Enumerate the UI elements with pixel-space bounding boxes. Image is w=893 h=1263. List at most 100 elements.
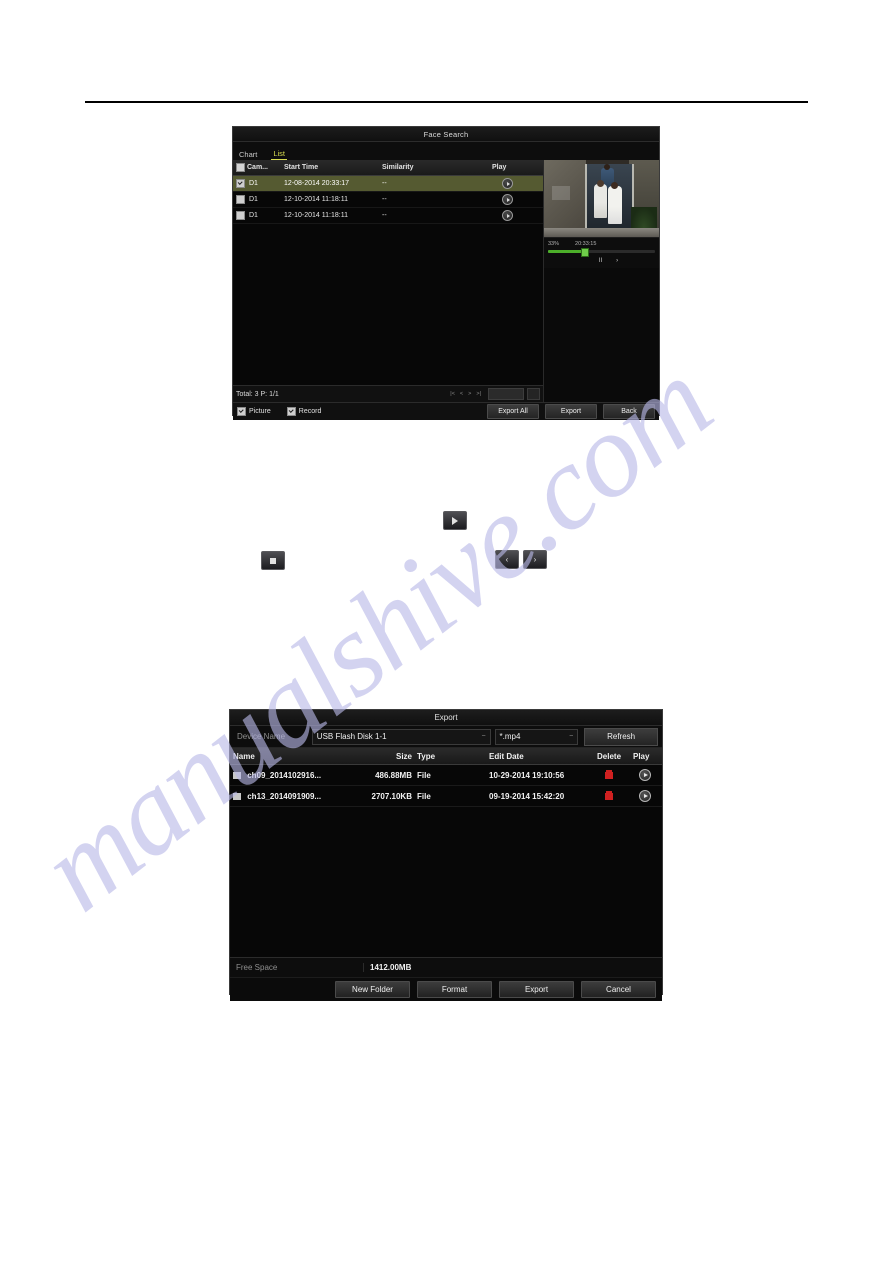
free-space-value: 1412.00MB [370, 963, 412, 972]
row-play-cell[interactable] [489, 210, 541, 221]
export-dialog: Export Device Name USB Flash Disk 1-1 − … [229, 709, 663, 1001]
play-icon-button[interactable] [443, 511, 467, 530]
trash-icon[interactable] [605, 769, 613, 779]
trash-icon[interactable] [605, 790, 613, 800]
preview-controls: 33% 20:33:15 II › [544, 237, 659, 268]
row-play-cell[interactable] [489, 178, 541, 189]
export-titlebar: Export [230, 710, 662, 726]
pager-page-input[interactable] [488, 388, 524, 400]
preview-pause-button[interactable]: II [599, 258, 602, 264]
pager-prev-button[interactable]: < [459, 391, 464, 397]
next-icon-button[interactable]: › [523, 550, 547, 569]
row-camera-label: D1 [249, 212, 258, 219]
preview-progress-percent: 33% [548, 241, 560, 247]
face-search-titlebar: Face Search [233, 127, 659, 142]
row-similarity: -- [382, 196, 387, 203]
file-play-cell[interactable] [630, 769, 662, 781]
export-all-button[interactable]: Export All [487, 404, 539, 419]
row-camera-cell: D1 [233, 195, 281, 204]
face-search-body: Cam... Start Time Similarity Play D1 12-… [233, 160, 659, 402]
row-camera-label: D1 [249, 196, 258, 203]
file-name-cell: ch13_2014091909... [230, 792, 352, 801]
export-device-row: Device Name USB Flash Disk 1-1 − *.mp4 −… [230, 726, 662, 748]
free-space-label: Free Space [230, 963, 364, 972]
table-row[interactable]: D1 12-10-2014 11:18:11 -- [233, 208, 543, 224]
stop-icon [270, 557, 276, 564]
preview-meta: 33% 20:33:15 [548, 241, 655, 247]
preview-progress-bar[interactable] [548, 248, 655, 257]
file-type: File [417, 791, 431, 801]
preview-person-left [594, 184, 607, 218]
pager-last-button[interactable]: >| [475, 391, 482, 397]
face-search-footer: Picture Record Export All Export Back [233, 402, 659, 420]
device-name-value: USB Flash Disk 1-1 [316, 732, 387, 741]
tab-chart[interactable]: Chart [237, 150, 259, 161]
preview-video-frame[interactable] [544, 160, 659, 237]
file-delete-cell[interactable] [594, 790, 630, 802]
results-pager: Total: 3 P: 1/1 |< < > >| [233, 385, 543, 402]
file-delete-cell[interactable] [594, 769, 630, 781]
record-checkbox[interactable] [286, 407, 296, 416]
file-list-empty-area [230, 807, 662, 957]
row-start-time: 12-08-2014 20:33:17 [284, 180, 349, 187]
new-folder-button[interactable]: New Folder [335, 981, 410, 998]
row-similarity: -- [382, 180, 387, 187]
table-row[interactable]: ch09_2014102916... 486.88MB File 10-29-2… [230, 765, 662, 786]
table-row[interactable]: D1 12-08-2014 20:33:17 -- [233, 176, 543, 192]
col-header-play: Play [633, 751, 650, 761]
col-header-camera: Cam... [233, 163, 281, 172]
preview-transport-buttons: II › [548, 258, 655, 264]
device-name-select[interactable]: USB Flash Disk 1-1 − [311, 728, 491, 745]
pager-go-button[interactable] [527, 388, 540, 400]
preview-window [552, 186, 570, 200]
col-header-start-time: Start Time [284, 164, 319, 171]
chevron-left-icon: ‹ [505, 554, 509, 564]
export-confirm-button[interactable]: Export [499, 981, 574, 998]
row-camera-cell: D1 [233, 211, 281, 220]
play-icon[interactable] [639, 790, 651, 802]
chevron-down-icon: − [569, 733, 574, 740]
export-title: Export [434, 713, 458, 722]
record-label: Record [298, 408, 322, 415]
prev-icon-button[interactable]: ‹ [495, 550, 519, 569]
picture-checkbox[interactable] [237, 407, 246, 416]
play-icon[interactable] [639, 769, 651, 781]
pager-first-button[interactable]: |< [449, 391, 456, 397]
preview-progress-knob[interactable] [581, 248, 590, 257]
col-header-similarity: Similarity [382, 164, 414, 171]
pager-next-button[interactable]: > [467, 391, 472, 397]
preview-person-right-head [611, 182, 618, 189]
row-checkbox[interactable] [236, 195, 245, 204]
format-button[interactable]: Format [417, 981, 492, 998]
file-play-cell[interactable] [630, 790, 662, 802]
row-checkbox[interactable] [236, 179, 245, 188]
file-edit-date: 10-29-2014 19:10:56 [489, 770, 565, 780]
record-checkbox-group[interactable]: Record [286, 407, 322, 416]
table-row[interactable]: D1 12-10-2014 11:18:11 -- [233, 192, 543, 208]
play-icon[interactable] [502, 210, 513, 221]
file-type-select[interactable]: *.mp4 − [494, 728, 579, 745]
tab-list[interactable]: List [271, 149, 288, 160]
export-footer: New Folder Format Export Cancel [230, 977, 662, 1001]
select-all-checkbox[interactable] [236, 163, 245, 172]
file-name-label: ch09_2014102916... [247, 770, 322, 780]
chevron-down-icon: − [481, 733, 486, 740]
play-icon[interactable] [502, 194, 513, 205]
col-header-camera-label: Cam... [247, 164, 269, 171]
table-row[interactable]: ch13_2014091909... 2707.10KB File 09-19-… [230, 786, 662, 807]
row-checkbox[interactable] [236, 211, 245, 220]
row-play-cell[interactable] [489, 194, 541, 205]
refresh-button[interactable]: Refresh [584, 727, 658, 746]
col-header-type: Type [417, 751, 436, 761]
preview-next-button[interactable]: › [616, 258, 618, 264]
face-search-tabs: Chart List [233, 142, 659, 160]
play-icon[interactable] [502, 178, 513, 189]
play-icon [452, 516, 458, 525]
file-type: File [417, 770, 431, 780]
picture-checkbox-group[interactable]: Picture [237, 407, 271, 416]
col-header-size: Size [395, 751, 412, 761]
back-button[interactable]: Back [603, 404, 655, 419]
stop-icon-button[interactable] [261, 551, 285, 570]
cancel-button[interactable]: Cancel [581, 981, 656, 998]
export-button[interactable]: Export [545, 404, 597, 419]
